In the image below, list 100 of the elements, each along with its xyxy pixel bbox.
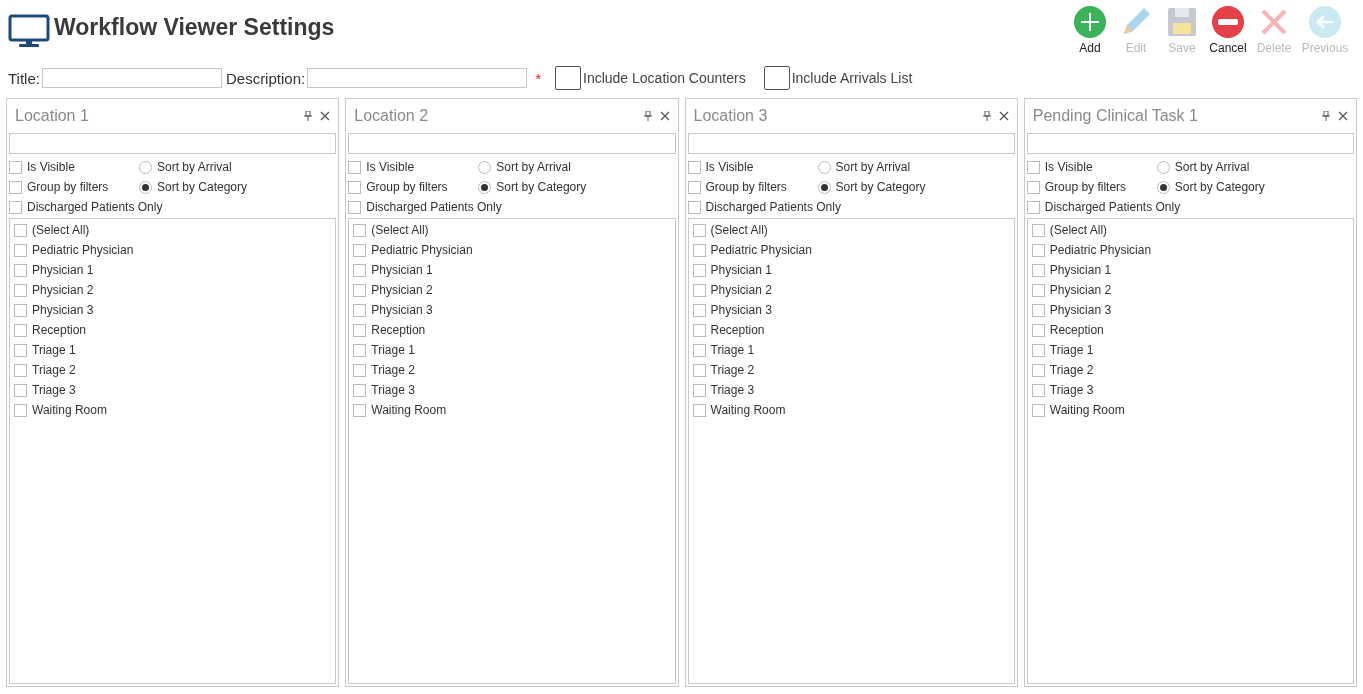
list-item-label: Physician 1 bbox=[710, 263, 772, 277]
checkbox[interactable] bbox=[353, 343, 367, 357]
checkbox[interactable] bbox=[692, 403, 706, 417]
description-field[interactable] bbox=[307, 68, 528, 88]
checkbox[interactable] bbox=[14, 283, 27, 297]
checkbox[interactable] bbox=[1031, 343, 1045, 357]
checkbox[interactable] bbox=[14, 403, 27, 417]
checkbox[interactable] bbox=[692, 283, 706, 297]
checkbox[interactable] bbox=[555, 66, 581, 90]
checkbox[interactable] bbox=[353, 263, 367, 277]
checkbox[interactable] bbox=[353, 323, 367, 337]
field-label: Description: bbox=[225, 69, 306, 87]
checkbox[interactable] bbox=[687, 180, 701, 194]
checkbox[interactable] bbox=[692, 363, 706, 377]
checkbox[interactable] bbox=[353, 243, 367, 257]
checkbox[interactable] bbox=[348, 200, 362, 214]
checkbox[interactable] bbox=[9, 160, 22, 174]
checkbox[interactable] bbox=[692, 243, 706, 257]
radio-button[interactable] bbox=[817, 160, 831, 174]
list-item-label: Triage 1 bbox=[371, 343, 415, 357]
checkbox[interactable] bbox=[1031, 403, 1045, 417]
radio-button[interactable] bbox=[478, 180, 492, 194]
close-icon[interactable] bbox=[659, 111, 670, 121]
plus-icon bbox=[1074, 6, 1106, 38]
radio-button[interactable] bbox=[478, 160, 492, 174]
filter-field[interactable] bbox=[9, 133, 337, 154]
checkbox[interactable] bbox=[353, 283, 367, 297]
close-icon[interactable] bbox=[998, 111, 1009, 121]
checkbox[interactable] bbox=[763, 66, 790, 90]
list-item-label: Triage 2 bbox=[710, 363, 755, 377]
close-icon[interactable] bbox=[320, 111, 331, 121]
list-item-label: Triage 3 bbox=[1049, 383, 1094, 397]
pin-icon[interactable] bbox=[304, 111, 313, 121]
list-item-label: Reception bbox=[710, 323, 765, 337]
filter-field[interactable] bbox=[348, 133, 676, 154]
checkbox[interactable] bbox=[687, 200, 701, 214]
checkbox[interactable] bbox=[1031, 243, 1045, 257]
cancel-button[interactable]: Cancel bbox=[1207, 6, 1249, 55]
checkbox[interactable] bbox=[353, 383, 367, 397]
checkbox[interactable] bbox=[348, 180, 362, 194]
checkbox[interactable] bbox=[353, 403, 367, 417]
checkbox[interactable] bbox=[353, 303, 367, 317]
radio-button[interactable] bbox=[1156, 180, 1170, 194]
radio-button[interactable] bbox=[1156, 160, 1170, 174]
list-item-label: Triage 3 bbox=[32, 383, 76, 397]
checkbox[interactable] bbox=[14, 343, 27, 357]
checkbox[interactable] bbox=[1031, 283, 1045, 297]
checkbox[interactable] bbox=[692, 223, 706, 237]
checkbox[interactable] bbox=[14, 243, 27, 257]
radio-button[interactable] bbox=[817, 180, 831, 194]
checkbox[interactable] bbox=[1026, 180, 1040, 194]
filter-field[interactable] bbox=[687, 133, 1015, 154]
pin-icon[interactable] bbox=[982, 111, 991, 121]
checkbox[interactable] bbox=[14, 363, 27, 377]
checkbox[interactable] bbox=[353, 223, 367, 237]
add-button[interactable]: Add bbox=[1069, 6, 1111, 55]
title-field[interactable] bbox=[41, 68, 222, 88]
list-item-label: Triage 2 bbox=[371, 363, 415, 377]
checkbox[interactable] bbox=[692, 303, 706, 317]
radio-button[interactable] bbox=[139, 160, 152, 174]
checkbox[interactable] bbox=[9, 180, 22, 194]
checkbox[interactable] bbox=[692, 383, 706, 397]
list-item-label: Waiting Room bbox=[1049, 403, 1125, 417]
checkbox[interactable] bbox=[1031, 223, 1045, 237]
checkbox[interactable] bbox=[14, 323, 27, 337]
checkbox[interactable] bbox=[14, 223, 27, 237]
checkbox[interactable] bbox=[692, 343, 706, 357]
checkbox[interactable] bbox=[14, 383, 27, 397]
checkbox[interactable] bbox=[1026, 160, 1040, 174]
checkbox[interactable] bbox=[1026, 200, 1040, 214]
checkbox[interactable] bbox=[1031, 263, 1045, 277]
option-label: Sort by Category bbox=[496, 180, 587, 194]
list-item-label: (Select All) bbox=[710, 223, 768, 237]
list-item-label: Physician 1 bbox=[1049, 263, 1112, 277]
close-icon[interactable] bbox=[1338, 111, 1348, 121]
list-item-label: Waiting Room bbox=[710, 403, 786, 417]
option-label: Discharged Patients Only bbox=[705, 200, 841, 214]
checkbox[interactable] bbox=[348, 160, 362, 174]
checkbox[interactable] bbox=[14, 263, 27, 277]
panel-title: Pending Clinical Task 1 bbox=[1032, 107, 1199, 125]
pin-icon[interactable] bbox=[1322, 111, 1330, 121]
checkbox[interactable] bbox=[687, 160, 701, 174]
checkbox[interactable] bbox=[1031, 303, 1045, 317]
option-label: Sort by Arrival bbox=[835, 160, 911, 174]
list-item-label: Physician 2 bbox=[710, 283, 772, 297]
radio-button[interactable] bbox=[139, 180, 152, 194]
checkbox[interactable] bbox=[14, 303, 27, 317]
checkbox[interactable] bbox=[1031, 323, 1045, 337]
checkbox[interactable] bbox=[1031, 383, 1045, 397]
option-label: Is Visible bbox=[27, 160, 75, 174]
option-label: Sort by Category bbox=[835, 180, 926, 194]
checkbox[interactable] bbox=[9, 200, 22, 214]
option-label: Discharged Patients Only bbox=[366, 200, 502, 214]
checkbox[interactable] bbox=[692, 263, 706, 277]
filter-field[interactable] bbox=[1026, 133, 1354, 154]
checkbox[interactable] bbox=[692, 323, 706, 337]
option-label: Group by filters bbox=[27, 180, 109, 194]
pin-icon[interactable] bbox=[643, 111, 652, 121]
checkbox[interactable] bbox=[353, 363, 367, 377]
checkbox[interactable] bbox=[1031, 363, 1045, 377]
